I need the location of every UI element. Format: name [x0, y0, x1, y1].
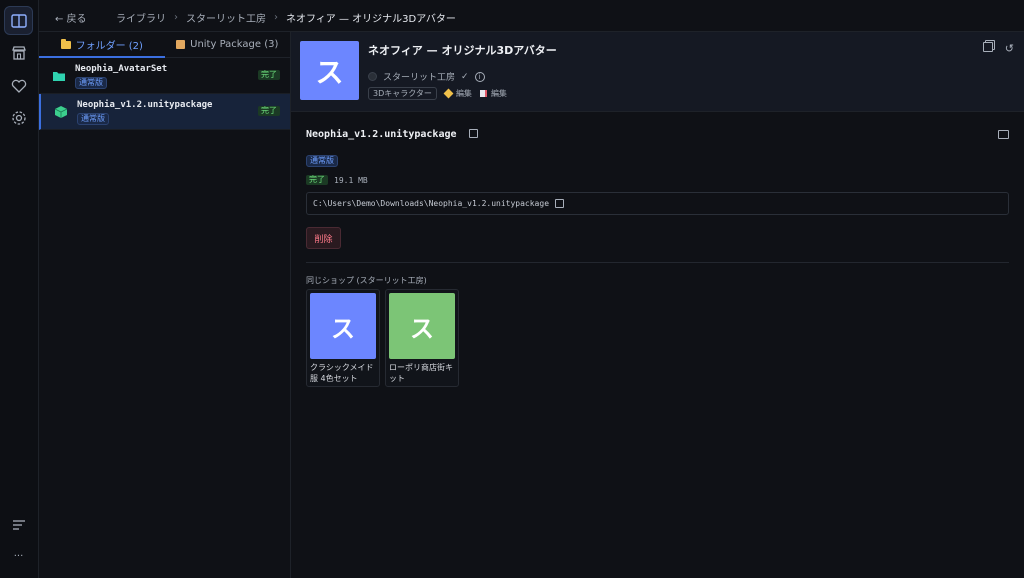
- edition-badge: 通常版: [75, 77, 107, 89]
- file-size: 19.1 MB: [334, 175, 368, 185]
- copy-icon[interactable]: [468, 129, 478, 138]
- delete-button[interactable]: 削除: [306, 227, 341, 249]
- edition-badge: 通常版: [77, 113, 109, 125]
- info-icon[interactable]: i: [474, 71, 485, 82]
- store-icon[interactable]: [4, 38, 33, 67]
- same-shop-heading: 同じショップ (スターリット工房): [306, 276, 427, 285]
- verified-icon: ✓: [461, 71, 469, 82]
- category-chip[interactable]: 3Dキャラクター: [368, 87, 437, 100]
- refresh-icon[interactable]: ↺: [1005, 42, 1014, 55]
- product-card[interactable]: ス クラシックメイド服 4色セット: [306, 289, 380, 387]
- breadcrumb: ライブラリ › スターリット工房 › ネオフィア — オリジナル3Dアバター: [116, 10, 456, 25]
- side-rail: ···: [0, 0, 39, 578]
- breadcrumb-current: ネオフィア — オリジナル3Dアバター: [286, 14, 456, 25]
- edition-badge: 通常版: [306, 155, 338, 167]
- card-thumbnail: ス: [310, 293, 376, 359]
- cube-icon: [54, 106, 68, 118]
- product-chips: 3Dキャラクター 編集 編集: [368, 87, 507, 100]
- card-label: ローポリ商店街キット: [389, 363, 453, 383]
- more-icon[interactable]: ···: [4, 542, 33, 571]
- tab-folders[interactable]: フォルダー (2): [39, 32, 165, 58]
- note-edit-chip[interactable]: 編集: [479, 88, 507, 99]
- folder-icon: [60, 38, 71, 49]
- copy-icon[interactable]: [982, 42, 993, 52]
- tag-edit-chip[interactable]: 編集: [443, 88, 472, 99]
- status-line: 完了 19.1 MB: [306, 175, 368, 185]
- top-bar: ← 戻る ライブラリ › スターリット工房 › ネオフィア — オリジナル3Dア…: [39, 0, 1024, 32]
- breadcrumb-library[interactable]: ライブラリ: [116, 10, 166, 25]
- note-icon: [479, 90, 487, 97]
- list-tabs: フォルダー (2) Unity Package (3): [39, 32, 290, 58]
- product-thumbnail[interactable]: ス: [300, 41, 359, 100]
- file-path-box[interactable]: C:\Users\Demo\Downloads\Neophia_v1.2.uni…: [306, 192, 1009, 215]
- breadcrumb-shop[interactable]: スターリット工房: [186, 10, 266, 25]
- status-badge: 完了: [258, 106, 280, 116]
- item-name: Neophia_AvatarSet: [75, 64, 168, 74]
- heart-icon[interactable]: [4, 71, 33, 100]
- tab-unity-package[interactable]: Unity Package (3): [165, 32, 291, 57]
- gear-icon[interactable]: [4, 103, 33, 132]
- tag-icon: [443, 88, 454, 99]
- shop-name[interactable]: スターリット工房: [383, 70, 455, 83]
- product-header: ス ネオフィア — オリジナル3Dアバター スターリット工房 ✓ i 3Dキャラ…: [291, 32, 1024, 112]
- file-name-row: Neophia_v1.2.unitypackage: [306, 129, 478, 140]
- sort-icon[interactable]: [4, 510, 33, 539]
- chip-label: 編集: [490, 89, 507, 98]
- product-card[interactable]: ス ローポリ商店街キット: [385, 289, 459, 387]
- shop-line: スターリット工房 ✓ i: [368, 70, 485, 83]
- file-name: Neophia_v1.2.unitypackage: [306, 129, 457, 140]
- file-path: C:\Users\Demo\Downloads\Neophia_v1.2.uni…: [313, 199, 550, 208]
- open-folder-icon[interactable]: [998, 130, 1009, 139]
- status-badge: 完了: [258, 70, 280, 80]
- list-item[interactable]: Neophia_AvatarSet 通常版 完了: [39, 58, 290, 94]
- tab-folders-label: フォルダー (2): [75, 41, 143, 52]
- shop-avatar-icon: [368, 72, 377, 81]
- folder-icon: [53, 72, 65, 81]
- product-title: ネオフィア — オリジナル3Dアバター: [368, 44, 557, 57]
- file-list-panel: フォルダー (2) Unity Package (3) Neophia_Avat…: [39, 32, 291, 578]
- status-badge: 完了: [306, 175, 328, 185]
- copy-icon[interactable]: [555, 199, 565, 208]
- item-name: Neophia_v1.2.unitypackage: [77, 100, 213, 110]
- tab-unity-package-label: Unity Package (3): [190, 39, 279, 50]
- app-root: ··· ← 戻る ライブラリ › スターリット工房 › ネオフィア — オリジナ…: [0, 0, 1024, 578]
- package-icon: [176, 40, 186, 49]
- list-item[interactable]: Neophia_v1.2.unitypackage 通常版 完了: [39, 94, 290, 130]
- detail-panel: ス ネオフィア — オリジナル3Dアバター スターリット工房 ✓ i 3Dキャラ…: [291, 32, 1024, 578]
- card-thumbnail: ス: [389, 293, 455, 359]
- chip-label: 編集: [455, 89, 472, 98]
- card-label: クラシックメイド服 4色セット: [310, 363, 374, 383]
- header-actions: ↺: [982, 42, 1014, 55]
- library-icon[interactable]: [4, 6, 33, 35]
- divider: [306, 262, 1009, 263]
- breadcrumb-separator: ›: [274, 12, 278, 23]
- breadcrumb-separator: ›: [174, 12, 178, 23]
- back-button[interactable]: ← 戻る: [55, 10, 87, 25]
- related-products: ス クラシックメイド服 4色セット ス ローポリ商店街キット: [306, 289, 459, 387]
